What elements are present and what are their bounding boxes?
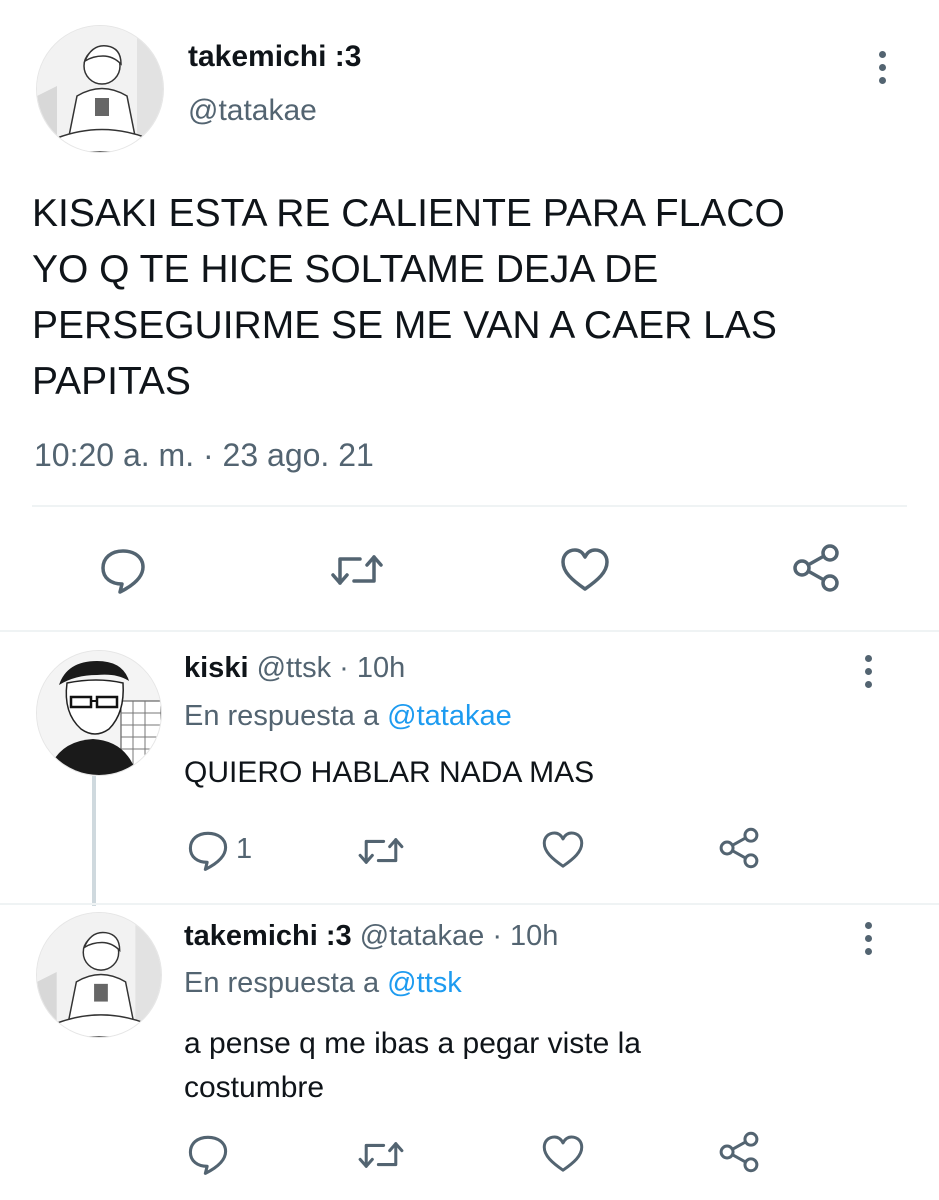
reply-text: a pense q me ibas a pegar viste la costu… xyxy=(184,1022,641,1110)
share-icon[interactable] xyxy=(716,1130,762,1174)
share-icon[interactable] xyxy=(716,826,762,870)
tweet-text-line: YO Q TE HICE SOLTAME DEJA DE xyxy=(32,248,659,291)
retweet-icon[interactable] xyxy=(357,831,405,871)
retweet-icon[interactable] xyxy=(330,547,384,593)
more-icon[interactable] xyxy=(865,922,872,961)
avatar[interactable] xyxy=(36,25,164,153)
in-reply-prefix: En respuesta a xyxy=(184,700,380,732)
thread-line xyxy=(92,776,96,906)
like-icon[interactable] xyxy=(558,545,612,595)
display-name[interactable]: takemichi :3 xyxy=(188,40,361,74)
reply-header: kiski @ttsk · 10h xyxy=(184,652,405,685)
divider xyxy=(0,903,939,905)
mention-link[interactable]: @tatakae xyxy=(387,700,512,732)
avatar[interactable] xyxy=(36,912,162,1038)
tweet-text-line: KISAKI ESTA RE CALIENTE PARA FLACO xyxy=(32,192,785,235)
reply-text-line: costumbre xyxy=(184,1071,325,1104)
reply-icon[interactable] xyxy=(186,828,230,872)
mention-link[interactable]: @ttsk xyxy=(387,967,462,999)
reply-icon[interactable] xyxy=(186,1132,230,1176)
handle-time[interactable]: @tatakae · 10h xyxy=(360,920,559,952)
tweet-text: KISAKI ESTA RE CALIENTE PARA FLACO YO Q … xyxy=(32,186,785,410)
user-handle[interactable]: @tatakae xyxy=(188,94,317,128)
in-reply-prefix: En respuesta a xyxy=(184,967,380,999)
tweet-timestamp[interactable]: 10:20 a. m. · 23 ago. 21 xyxy=(34,437,374,474)
share-icon[interactable] xyxy=(789,543,843,593)
reply-icon[interactable] xyxy=(98,545,148,595)
in-reply-to: En respuesta a @ttsk xyxy=(184,967,462,1000)
retweet-icon[interactable] xyxy=(357,1135,405,1175)
reply-text-line: a pense q me ibas a pegar viste la xyxy=(184,1027,641,1060)
avatar[interactable] xyxy=(36,650,162,776)
display-name[interactable]: takemichi :3 xyxy=(184,920,352,952)
display-name[interactable]: kiski xyxy=(184,652,249,684)
in-reply-to: En respuesta a @tatakae xyxy=(184,700,512,733)
divider xyxy=(32,505,907,507)
tweet-text-line: PAPITAS xyxy=(32,360,191,403)
tweet-text-line: PERSEGUIRME SE ME VAN A CAER LAS xyxy=(32,304,777,347)
reply-text: QUIERO HABLAR NADA MAS xyxy=(184,756,595,789)
more-icon[interactable] xyxy=(879,51,886,90)
divider xyxy=(0,630,939,632)
reply-header: takemichi :3 @tatakae · 10h xyxy=(184,920,558,953)
handle-time[interactable]: @ttsk · 10h xyxy=(257,652,406,684)
more-icon[interactable] xyxy=(865,655,872,694)
like-icon[interactable] xyxy=(540,828,586,872)
reply-count: 1 xyxy=(236,833,253,865)
like-icon[interactable] xyxy=(540,1132,586,1176)
